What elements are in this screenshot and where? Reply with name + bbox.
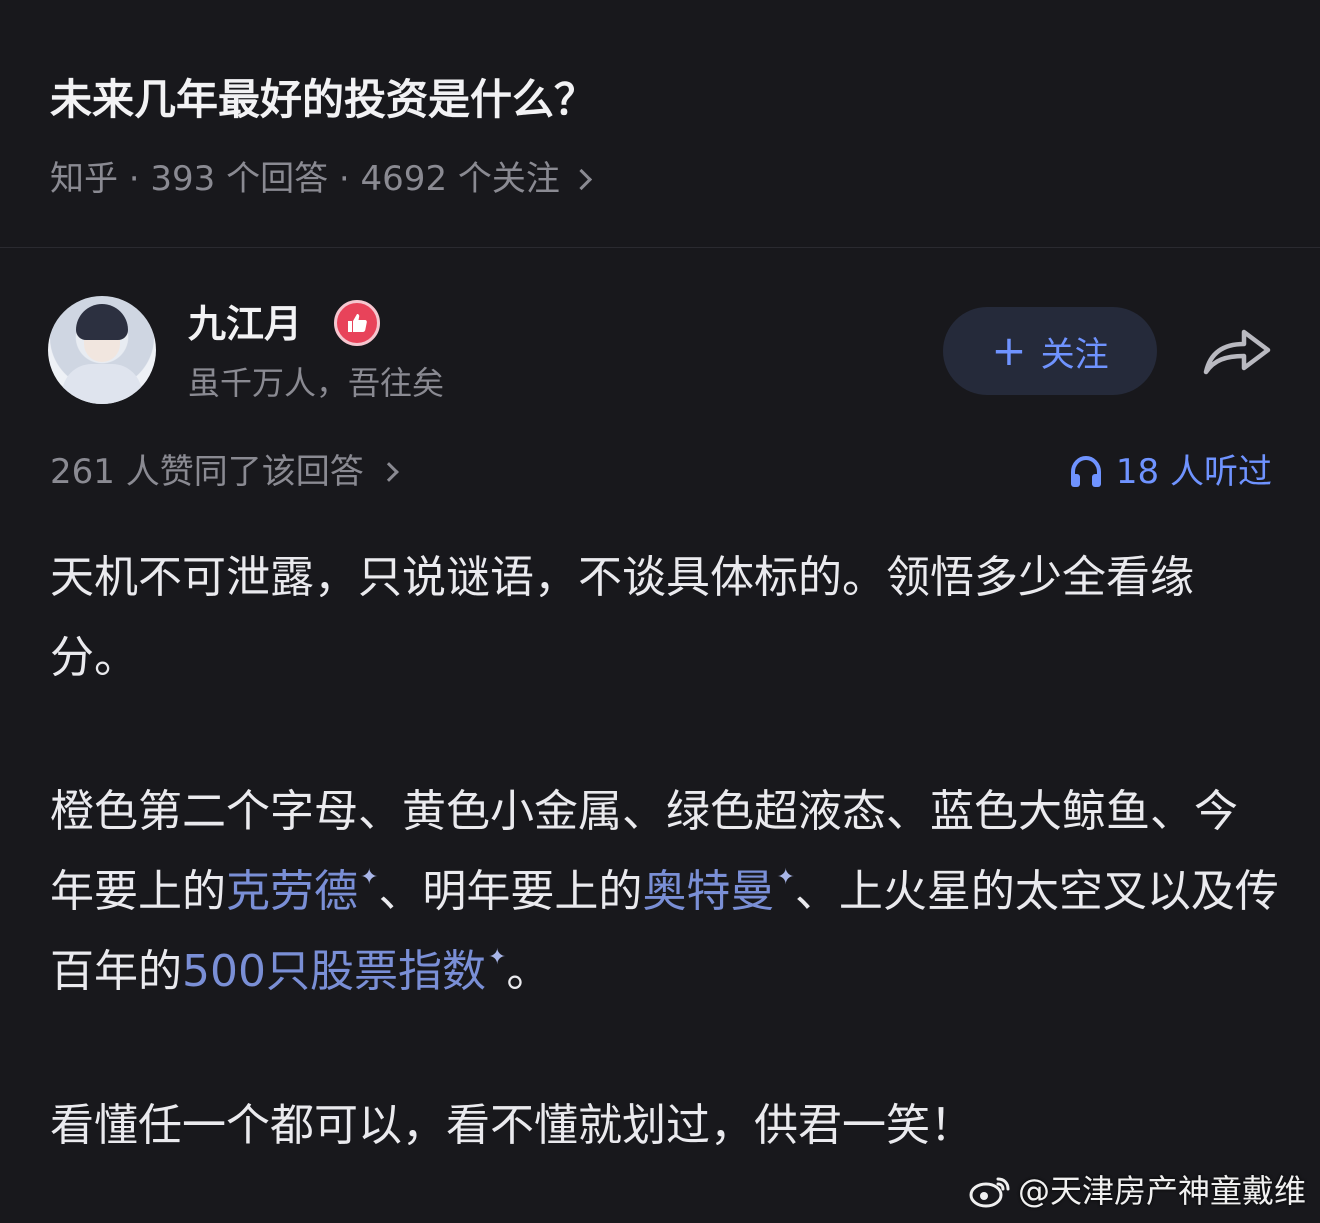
watermark-text: @天津房产神童戴维 — [1017, 1172, 1306, 1210]
thumbs-up-badge-icon — [334, 300, 380, 346]
follow-button[interactable]: + 关注 — [943, 307, 1157, 395]
watermark: @天津房产神童戴维 — [968, 1169, 1306, 1213]
paragraph-2: 橙色第二个字母、黄色小金属、绿色超液态、蓝色大鲸鱼、今年要上的克劳德✦、明年要上… — [50, 772, 1280, 1012]
follow-label: 关注 — [1040, 334, 1109, 375]
sparkle-icon: ✦ — [487, 945, 507, 970]
share-arrow-icon — [1203, 329, 1271, 375]
upvote-count[interactable]: 261 人赞同了该回答 — [50, 448, 399, 496]
weibo-logo-icon — [969, 1177, 1010, 1208]
author-name[interactable]: 九江月 — [188, 298, 302, 350]
headphones-icon — [1070, 455, 1101, 487]
avatar[interactable] — [48, 296, 156, 404]
paragraph-2-text-d: 。 — [506, 946, 551, 997]
answer-stats: 261 人赞同了该回答 18 人听过 — [50, 448, 1272, 496]
answer-content: 天机不可泄露，只说谜语，不谈具体标的。领悟多少全看缘分。 橙色第二个字母、黄色小… — [50, 538, 1280, 1166]
search-link-claude-label: 克劳德 — [226, 866, 358, 917]
question-header: 未来几年最好的投资是什么？ 知乎 · 393 个回答 · 4692 个关注 — [0, 0, 1320, 248]
listen-count[interactable]: 18 人听过 — [1068, 448, 1272, 496]
question-title[interactable]: 未来几年最好的投资是什么？ — [50, 70, 596, 130]
sparkle-icon: ✦ — [776, 865, 795, 890]
plus-icon: + — [991, 326, 1027, 375]
sparkle-icon: ✦ — [360, 865, 379, 890]
search-link-claude[interactable]: 克劳德✦ — [226, 866, 378, 917]
upvote-text: 261 人赞同了该回答 — [50, 452, 364, 492]
question-meta-text: 知乎 · 393 个回答 · 4692 个关注 — [50, 159, 560, 199]
share-button[interactable] — [1200, 320, 1274, 380]
search-link-altman[interactable]: 奥特曼✦ — [642, 866, 794, 917]
paragraph-2-text-b: 、明年要上的 — [378, 866, 643, 917]
listen-text: 18 人听过 — [1115, 452, 1272, 492]
paragraph-3: 看懂任一个都可以，看不懂就划过，供君一笑！ — [50, 1100, 974, 1151]
question-meta[interactable]: 知乎 · 393 个回答 · 4692 个关注 — [50, 155, 592, 203]
author-bio: 虽千万人，吾往矣 — [188, 364, 445, 402]
chevron-right-icon — [378, 462, 399, 482]
search-link-altman-label: 奥特曼 — [642, 866, 775, 917]
chevron-right-icon — [570, 168, 592, 190]
paragraph-1: 天机不可泄露，只说谜语，不谈具体标的。领悟多少全看缘分。 — [50, 552, 1194, 683]
search-link-sp500[interactable]: 500只股票指数✦ — [182, 946, 506, 997]
search-link-sp500-label: 500只股票指数 — [182, 946, 486, 997]
